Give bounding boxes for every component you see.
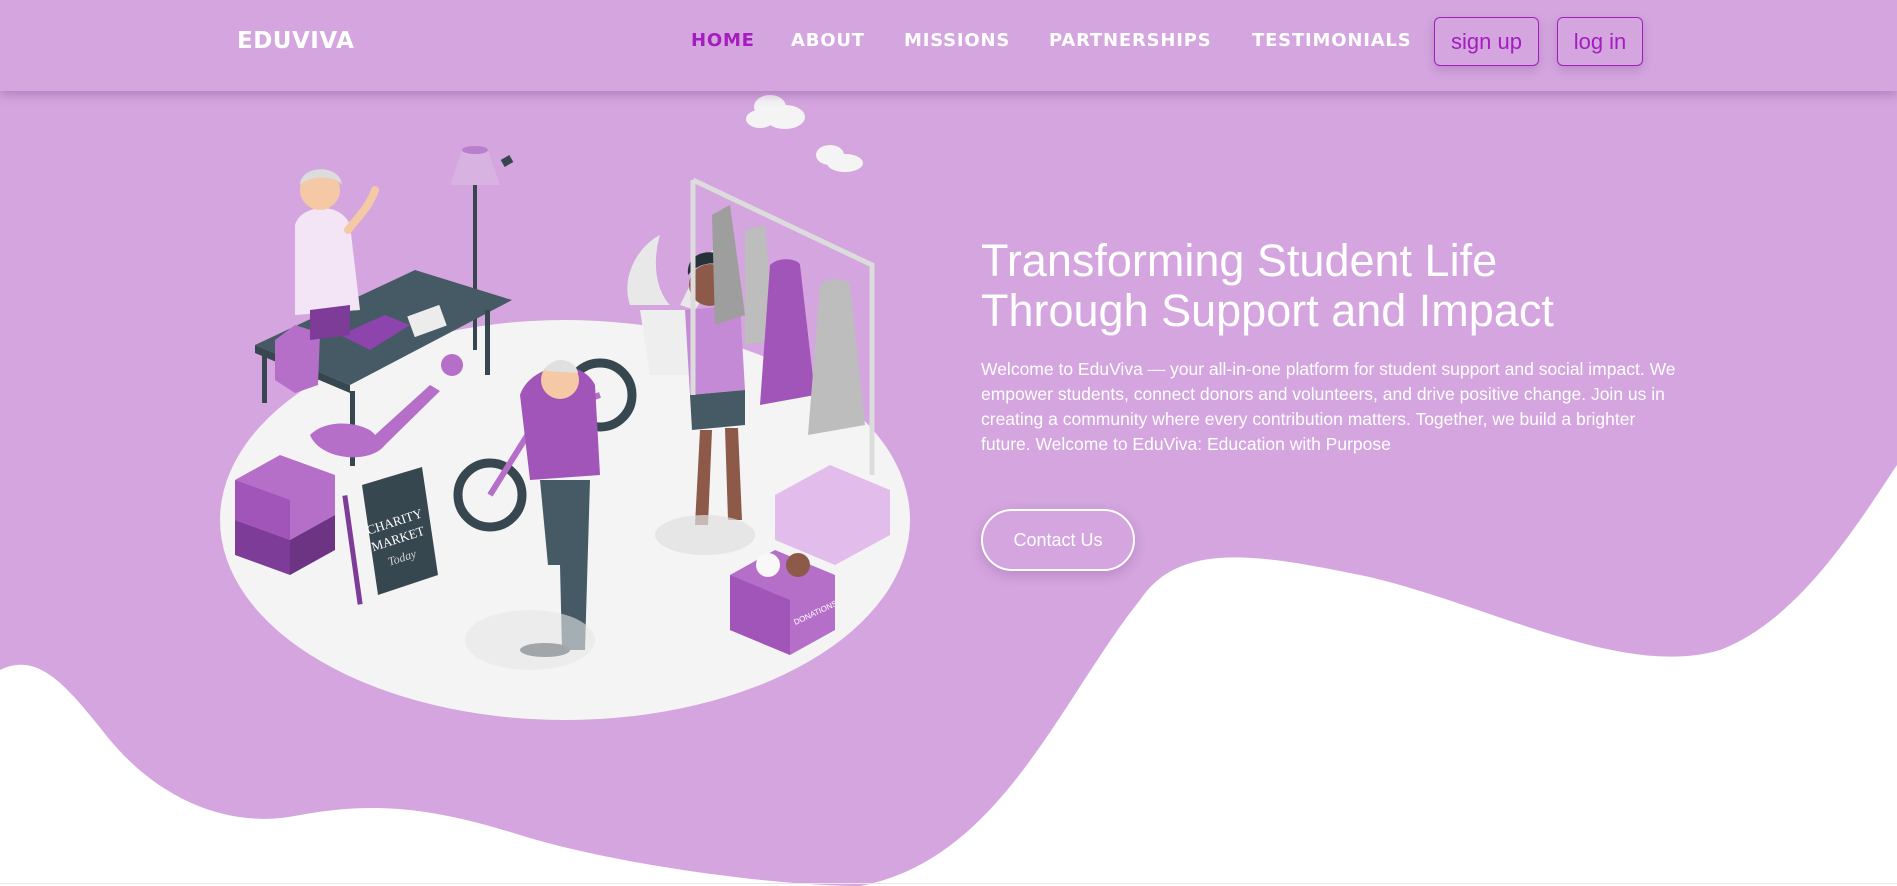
hero-description: Welcome to EduViva — your all-in-one pla… xyxy=(981,359,1676,454)
storage-boxes xyxy=(235,455,335,575)
nav-link-partnerships[interactable]: PARTNERSHIPS xyxy=(1049,30,1212,51)
hero-title-line-1: Transforming Student Life xyxy=(981,235,1498,286)
page-divider xyxy=(0,883,1897,884)
nav-link-home[interactable]: HOME xyxy=(691,30,755,51)
price-tag-icon xyxy=(500,155,514,167)
nav-link-testimonials[interactable]: TESTIMONIALS xyxy=(1252,30,1411,51)
hero-title-line-2: Through Support and Impact xyxy=(981,285,1554,336)
charity-market-illustration: CHARITY MARKET Today DONATIONS xyxy=(220,95,910,720)
hero-title: Transforming Student Life Through Suppor… xyxy=(981,236,1701,336)
cloud-icon xyxy=(746,95,863,172)
site-logo[interactable]: EDUVIVA xyxy=(237,28,354,54)
top-navbar: EDUVIVA HOME ABOUT MISSIONS PARTNERSHIPS… xyxy=(0,0,1897,91)
contact-us-button[interactable]: Contact Us xyxy=(981,509,1135,571)
signup-button[interactable]: sign up xyxy=(1434,17,1539,66)
nav-link-missions[interactable]: MISSIONS xyxy=(904,30,1010,51)
nav-link-about[interactable]: ABOUT xyxy=(791,30,865,51)
login-button[interactable]: log in xyxy=(1557,17,1643,66)
